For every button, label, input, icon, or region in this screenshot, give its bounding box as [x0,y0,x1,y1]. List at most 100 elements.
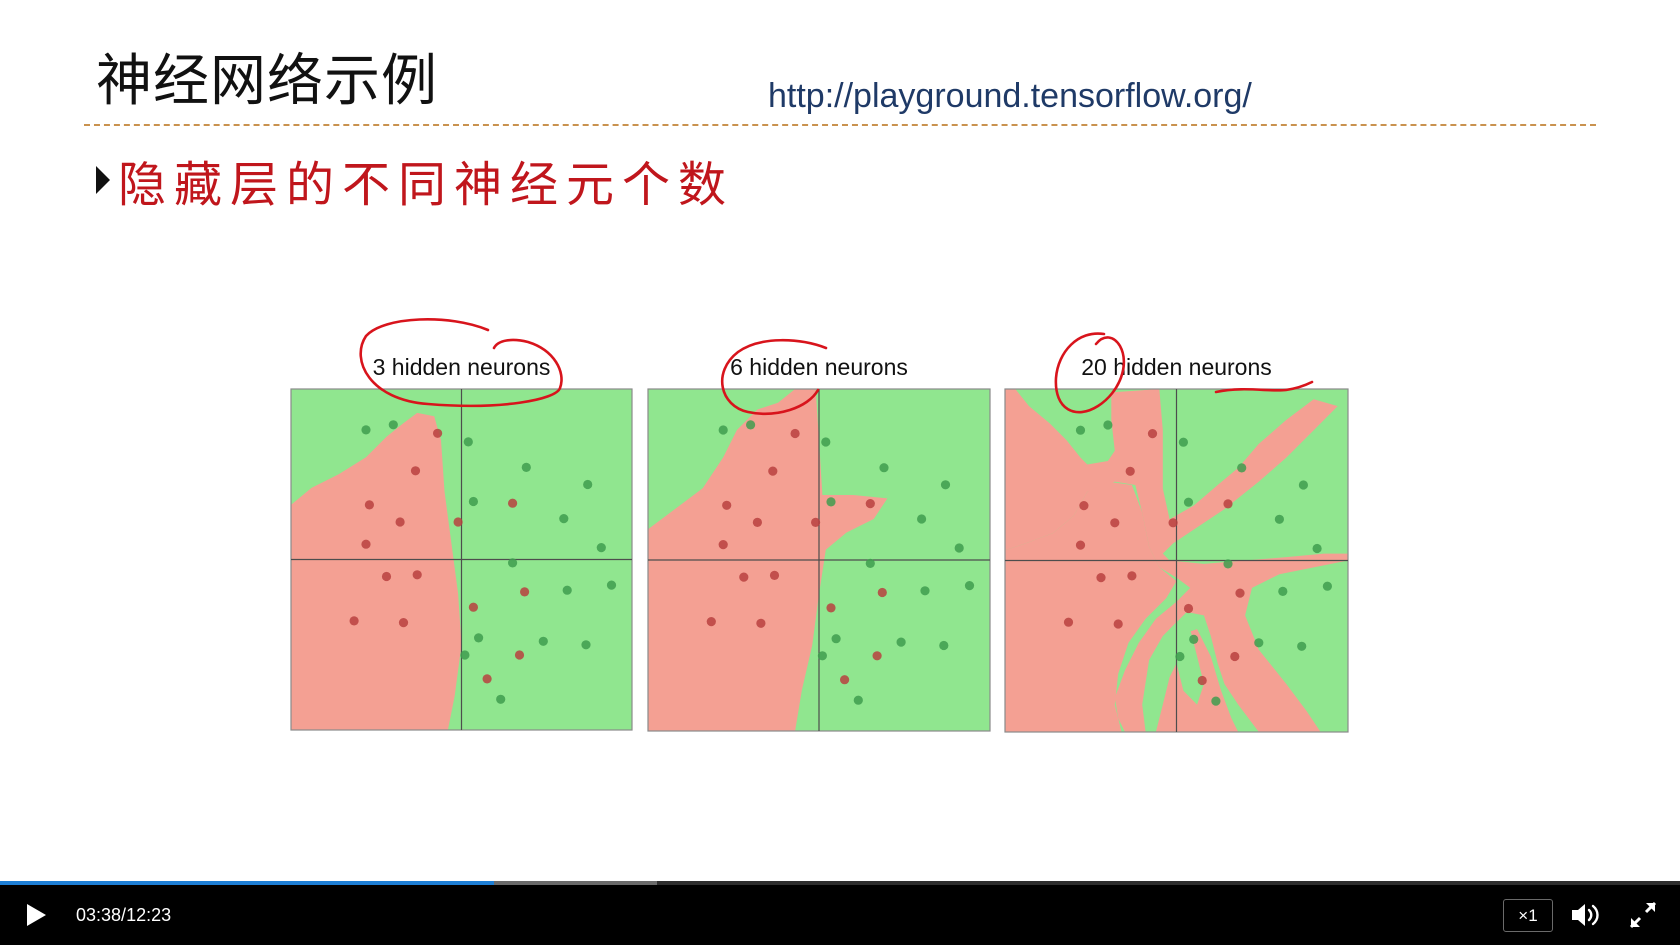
play-button[interactable] [18,898,52,932]
fullscreen-icon [1629,901,1657,929]
red-data-point [718,540,728,550]
red-data-point [1110,518,1120,528]
green-data-point [559,514,569,524]
green-data-point [1075,425,1086,435]
video-player: 神经网络示例 http://playground.tensorflow.org/… [0,0,1680,945]
green-data-point [1322,581,1332,591]
green-data-point [583,479,593,490]
player-control-bar [0,881,1680,945]
red-data-point [722,500,732,510]
red-data-point [361,539,371,549]
red-data-point [520,587,530,597]
green-data-point [954,543,964,553]
green-data-point [831,634,841,644]
green-data-point [920,586,930,596]
red-data-point [811,517,821,528]
current-time: 03:38 [76,905,122,925]
volume-icon [1572,904,1599,926]
green-data-point [826,497,836,507]
green-data-point [917,514,927,524]
volume-button[interactable] [1568,898,1604,932]
red-data-point [1197,675,1207,686]
red-data-point [364,500,374,510]
green-data-point [1254,638,1264,648]
red-data-point [482,674,492,684]
red-data-point [381,571,392,582]
red-data-point [840,675,850,685]
panel-title: 6 hidden neurons [730,354,908,380]
green-data-point [361,425,371,435]
green-data-point [496,694,506,704]
red-data-point [507,498,518,508]
red-data-point [1183,603,1194,614]
green-data-point [896,637,906,647]
red-data-point [877,587,887,598]
green-data-point [606,580,617,590]
red-data-point [412,570,422,580]
red-data-point [1063,617,1074,627]
red-data-point [1235,588,1245,598]
red-data-point [514,650,525,660]
red-data-point [1230,651,1240,662]
green-data-point [1237,463,1247,473]
green-data-point [388,420,398,430]
red-data-point [790,428,800,439]
green-data-point [1211,696,1221,706]
green-data-point [538,636,548,646]
red-data-point [398,618,409,628]
green-data-point [1297,641,1307,651]
green-data-point [865,558,875,569]
red-data-point [468,602,478,612]
red-data-point [1168,518,1178,528]
green-data-point [1183,497,1194,507]
red-data-point [453,517,463,527]
red-data-point [395,517,405,527]
total-duration: 12:23 [126,905,172,925]
green-data-point [474,633,484,643]
red-data-point [865,499,875,509]
green-data-point [507,558,518,568]
green-data-point [463,437,473,447]
play-icon [27,904,46,926]
fullscreen-button[interactable] [1626,898,1660,932]
green-data-point [1278,586,1288,597]
red-data-point [349,616,359,626]
decision-panel: 6 hidden neurons [647,354,991,732]
green-data-point [718,425,728,435]
playback-speed-button[interactable]: ×1 [1503,899,1553,932]
red-data-point [410,466,421,476]
decision-boundary-figure: 3 hidden neurons 6 hidden neurons 20 hidde… [290,318,1349,733]
green-data-point [1189,634,1199,645]
green-data-point [940,480,951,490]
green-data-point [1298,480,1308,490]
red-data-point [769,570,780,581]
green-data-point [1103,420,1113,430]
green-data-point [746,420,756,430]
green-data-point [1312,543,1322,554]
green-data-point [460,650,470,660]
red-data-point [739,572,749,582]
panel-title: 3 hidden neurons [373,354,551,380]
green-data-point [964,581,975,591]
red-data-point [1079,501,1089,511]
decision-panel: 3 hidden neurons [290,354,633,731]
red-data-point [1096,573,1106,583]
red-data-point [1223,499,1233,509]
red-data-point [706,617,716,627]
time-display: 03:38/12:23 [76,902,171,928]
green-data-point [939,640,949,651]
progress-played[interactable] [0,881,494,885]
panel-title: 20 hidden neurons [1081,354,1272,380]
green-data-point [1223,559,1233,569]
red-data-point [1147,429,1158,439]
green-data-point [521,462,531,472]
red-data-point [1113,619,1123,629]
red-data-point [756,618,766,628]
red-data-point [1075,540,1086,550]
red-data-point [1127,571,1137,581]
red-data-point [752,517,763,528]
green-data-point [562,585,572,595]
green-data-point [1178,437,1188,447]
decision-panel: 20 hidden neurons [1004,354,1349,733]
green-data-point [1274,514,1284,524]
